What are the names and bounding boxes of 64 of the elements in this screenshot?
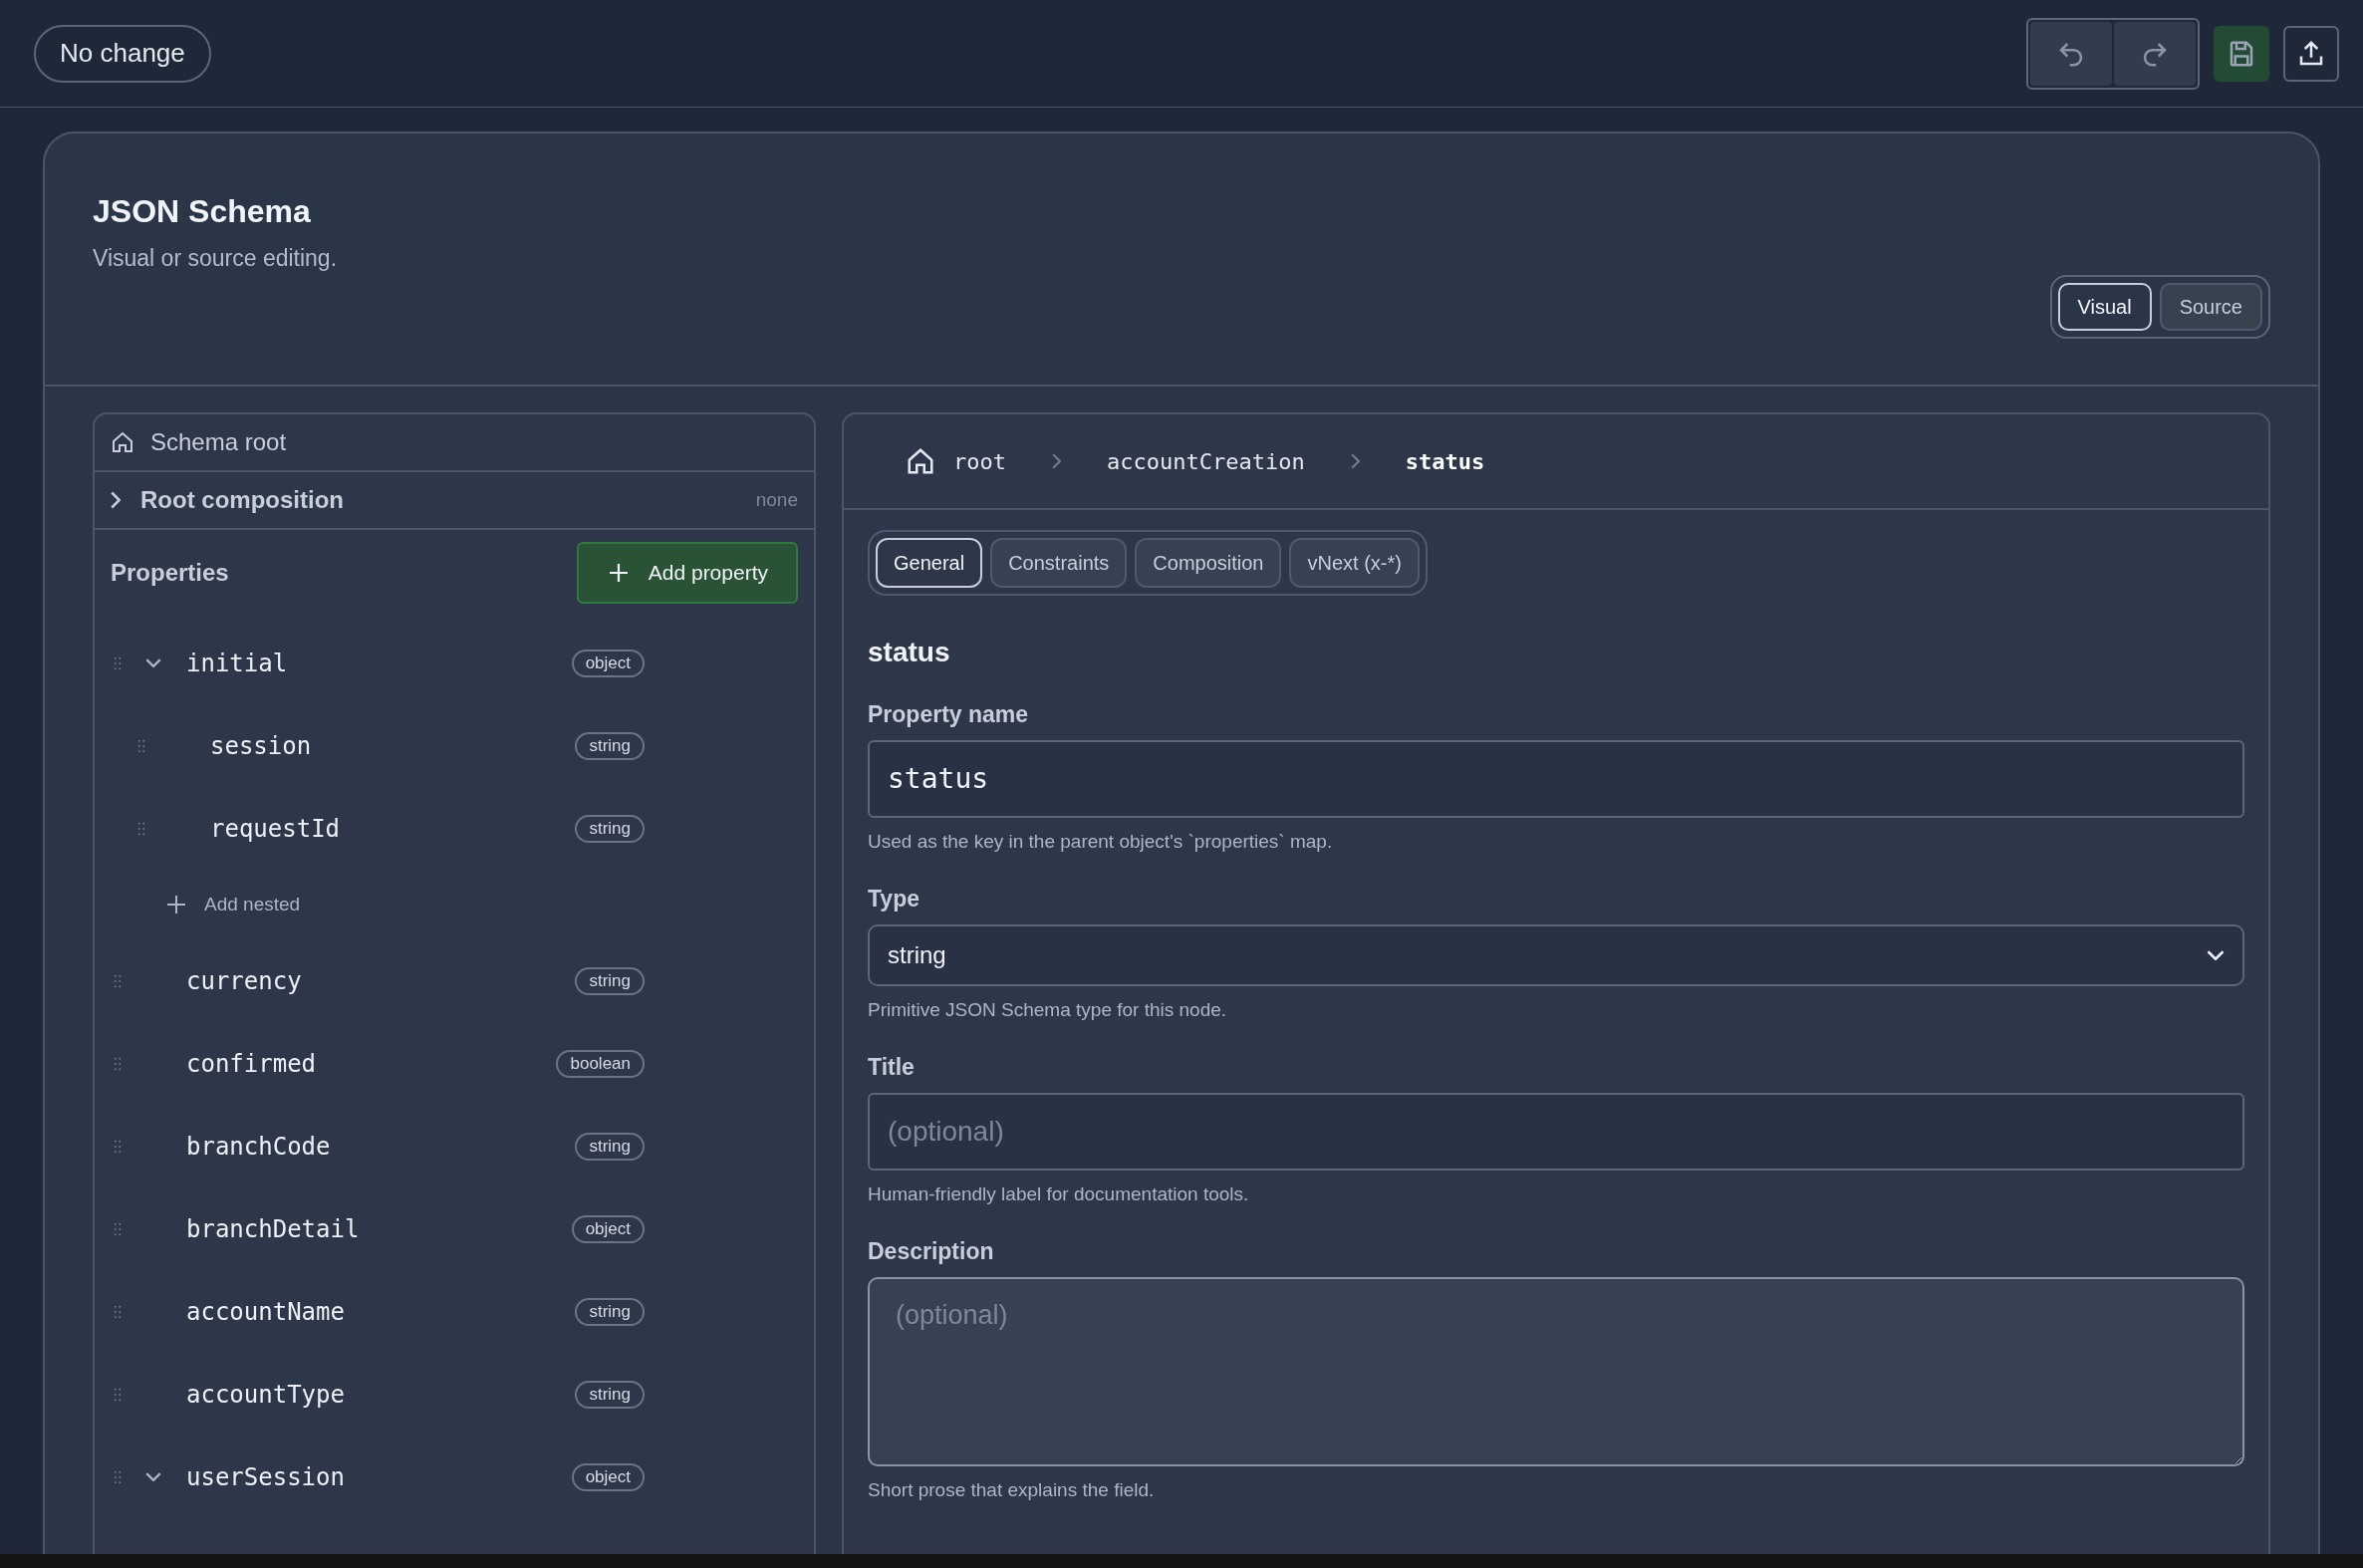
status-button[interactable]: No change	[34, 24, 211, 83]
property-name[interactable]: session	[210, 727, 576, 764]
breadcrumb-link[interactable]: accountCreation	[1107, 444, 1305, 478]
chevron-right-icon	[111, 491, 121, 509]
property-name[interactable]: accountType	[186, 1376, 576, 1413]
save-button[interactable]	[2214, 25, 2269, 82]
type-tag: string	[575, 814, 645, 843]
export-button[interactable]	[2283, 25, 2339, 82]
help-text: Used as the key in the parent object's `properties` map.	[868, 829, 1334, 854]
schema-root-label[interactable]: Schema root	[150, 424, 287, 460]
property-name[interactable]: branchCode	[186, 1128, 576, 1165]
plus-icon	[164, 893, 188, 916]
type-tag: string	[575, 966, 645, 995]
field-label: Description	[868, 1237, 995, 1266]
mode-tab[interactable]: Source	[2159, 283, 2262, 331]
property-name[interactable]: requestId	[210, 810, 576, 847]
tab[interactable]: Composition	[1135, 538, 1282, 588]
type-tag: object	[571, 649, 645, 677]
property-name[interactable]: branchDetail	[186, 1210, 572, 1247]
chevron-right-icon	[1052, 453, 1061, 469]
section-label: Properties	[111, 558, 229, 588]
add-nested-button[interactable]: Add nested	[95, 870, 301, 939]
type-tag: object	[571, 1214, 645, 1243]
type-tag: string	[575, 1297, 645, 1326]
field-label: Type	[868, 885, 920, 914]
property-name[interactable]: accountName	[186, 1293, 576, 1330]
chevron-down-icon[interactable]	[145, 1472, 161, 1481]
help-text: Primitive JSON Schema type for this node.	[868, 997, 1228, 1022]
home-icon	[111, 430, 134, 454]
card-title: JSON Schema	[93, 192, 312, 231]
type-tag: string	[575, 731, 645, 760]
undo-button[interactable]	[2030, 21, 2112, 86]
chevron-down-icon	[2207, 949, 2225, 960]
field-label: Property name	[868, 700, 1030, 729]
type-tag: boolean	[556, 1049, 645, 1078]
add-property-button[interactable]: Add property	[576, 542, 798, 604]
property-name[interactable]: confirmed	[186, 1045, 557, 1082]
input-field[interactable]: (optional)	[868, 1092, 2244, 1171]
type-tag: string	[575, 1132, 645, 1161]
property-name[interactable]: userSession	[186, 1458, 572, 1495]
breadcrumb-link[interactable]: status	[1405, 444, 1485, 478]
input-field[interactable]: status	[868, 739, 2244, 818]
property-heading: status	[868, 636, 951, 669]
help-text: Short prose that explains the field.	[868, 1477, 1156, 1502]
select-field[interactable]: string	[868, 923, 2244, 986]
type-tag: object	[571, 1462, 645, 1491]
tab[interactable]: General	[876, 538, 983, 588]
chevron-right-icon	[1350, 453, 1360, 469]
property-name[interactable]: currency	[186, 962, 576, 999]
home-icon	[906, 446, 935, 476]
chevron-down-icon[interactable]	[145, 658, 161, 667]
tab[interactable]: Constraints	[990, 538, 1128, 588]
field-label: Title	[868, 1053, 916, 1082]
property-name[interactable]: initial	[186, 645, 572, 681]
type-tag: string	[575, 1380, 645, 1409]
redo-button[interactable]	[2114, 21, 2196, 86]
mode-tab[interactable]: Visual	[2057, 283, 2152, 331]
tab[interactable]: vNext (x-*)	[1289, 538, 1420, 588]
composition-value: none	[755, 487, 798, 512]
root-composition-row[interactable]: Root composition none	[95, 472, 814, 530]
text-area[interactable]: (optional)	[868, 1276, 2244, 1466]
help-text: Human-friendly label for documentation tools.	[868, 1181, 1250, 1206]
card-subtitle: Visual or source editing.	[93, 244, 338, 273]
breadcrumb-link[interactable]: root	[906, 444, 1006, 478]
